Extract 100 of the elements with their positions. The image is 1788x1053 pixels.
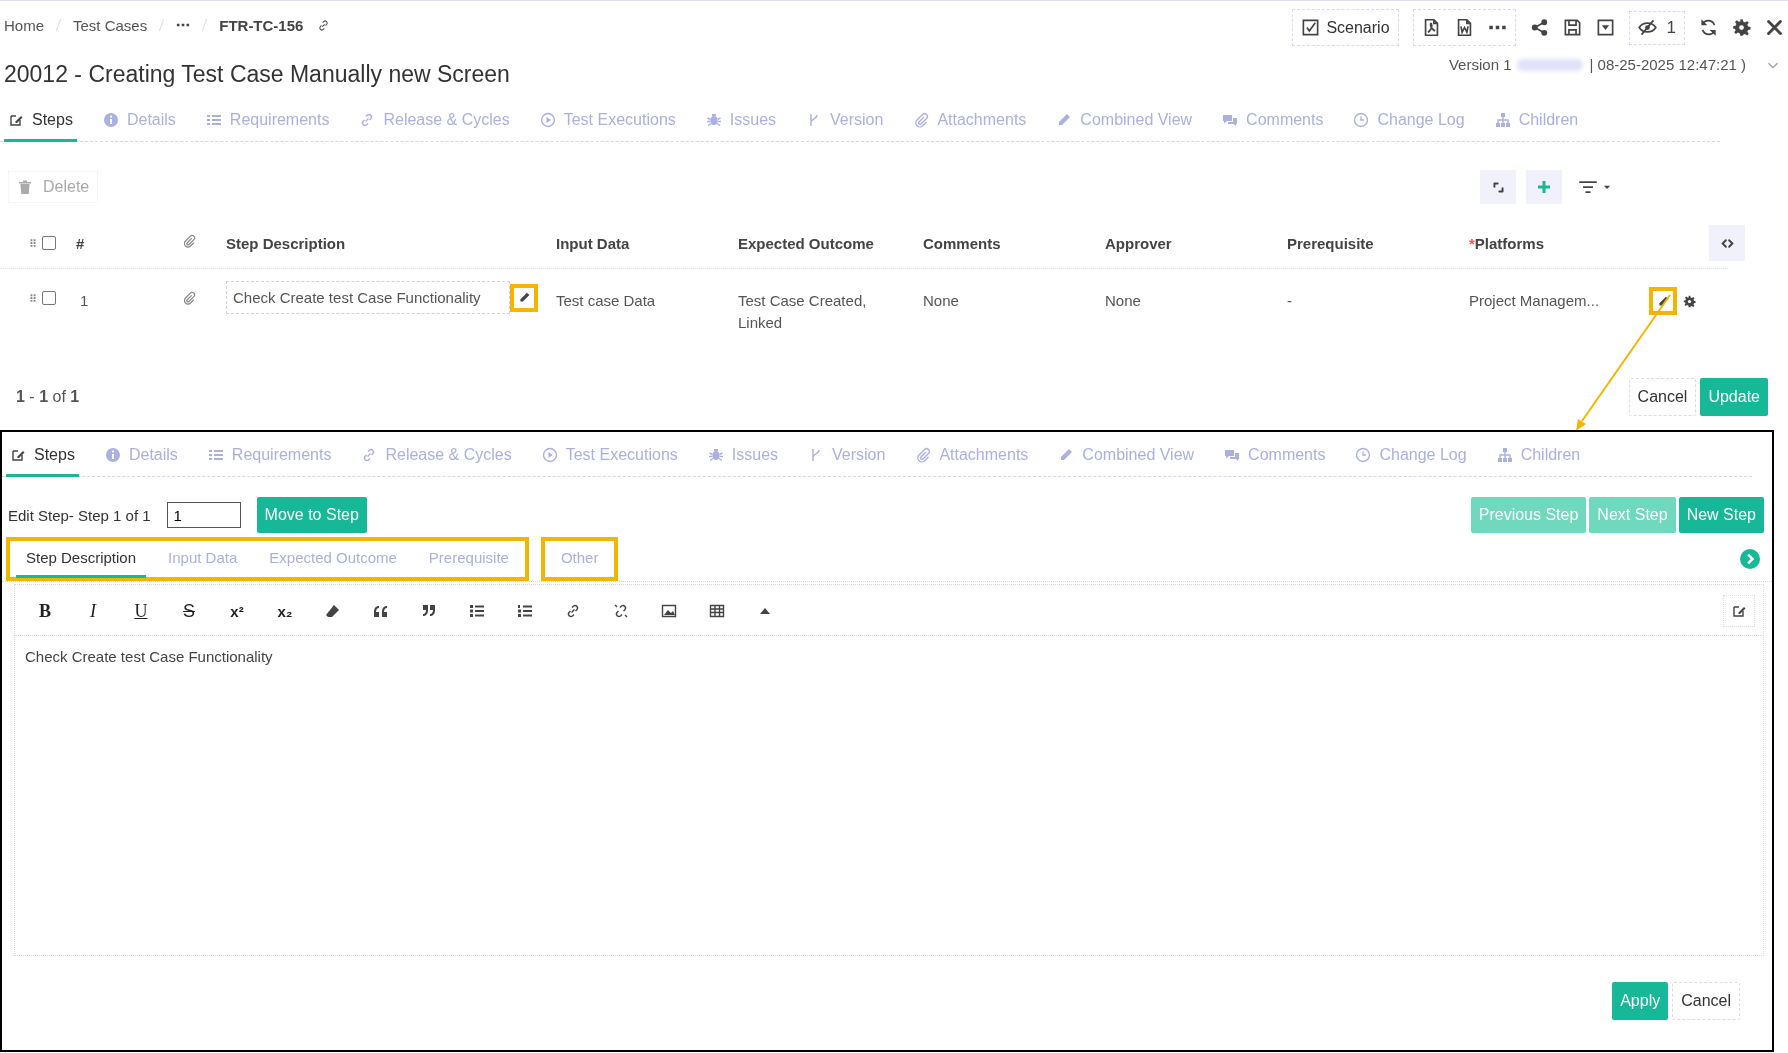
pencil-icon <box>1656 294 1670 308</box>
version-timestamp: | 08-25-2025 12:47:21 ) <box>1589 56 1746 73</box>
pagination-info: 1 - 1 of 1 <box>16 388 80 406</box>
tab[interactable]: Change Log <box>1349 102 1469 142</box>
cancel-button[interactable]: Cancel <box>1628 378 1697 416</box>
step-number-field[interactable]: 1 <box>166 502 241 528</box>
version-label: Version 1 <box>1448 56 1512 73</box>
subscript-button[interactable]: x₂ <box>261 593 309 629</box>
hidden-eye-icon <box>1637 18 1657 37</box>
settings-icon <box>1732 18 1751 37</box>
save-icon <box>1562 18 1582 37</box>
field-tab[interactable]: Input Data <box>154 543 252 575</box>
field-tab[interactable]: Step Description <box>12 543 151 575</box>
tab[interactable]: Release & Cycles <box>355 102 514 142</box>
italic-button[interactable]: I <box>69 593 117 629</box>
checkbox[interactable] <box>42 236 56 250</box>
tab[interactable]: Comments <box>1220 434 1330 477</box>
apply-button[interactable]: Apply <box>1612 982 1669 1020</box>
info-icon <box>104 447 121 463</box>
breadcrumb-link[interactable]: Test Cases <box>73 16 148 34</box>
field-tab[interactable]: Other <box>546 543 613 575</box>
close-button[interactable] <box>1765 18 1784 37</box>
chevron-right-icon <box>1740 549 1760 569</box>
tab[interactable]: Steps <box>6 434 79 477</box>
watch-button[interactable]: 1 <box>1628 10 1685 45</box>
step-label: Edit Step- Step 1 of 1 <box>8 506 151 524</box>
tab[interactable]: Children <box>1492 434 1585 477</box>
tab[interactable]: Steps <box>4 102 77 142</box>
pencil-icon <box>1058 447 1075 463</box>
column-header: Step Description <box>226 234 347 252</box>
tab[interactable]: Combined View <box>1054 434 1199 477</box>
list-icon <box>205 112 222 128</box>
rich-text-editor[interactable]: B I U S x² x₂ Check Create test Case Functionality <box>14 584 1764 956</box>
table-cell-text: 1 <box>79 291 90 311</box>
tab[interactable]: Attachments <box>909 102 1031 142</box>
hierarchy-icon <box>1494 112 1511 128</box>
expand-button[interactable] <box>1480 170 1516 204</box>
unlink-icon <box>613 603 629 619</box>
column-header: Input Data <box>556 234 631 252</box>
toggle-columns-button[interactable] <box>1709 225 1745 261</box>
redacted-blur <box>1517 58 1584 71</box>
trash-icon <box>17 179 33 195</box>
more-icon <box>176 22 191 28</box>
share-icon <box>1529 18 1549 37</box>
scenario-button[interactable]: Scenario <box>1292 9 1399 46</box>
dropdown-button[interactable] <box>1595 18 1615 37</box>
strike-button[interactable]: S <box>165 593 213 629</box>
checkbox[interactable] <box>42 291 56 305</box>
more-button[interactable] <box>176 22 191 28</box>
tab[interactable]: Combined View <box>1052 102 1197 142</box>
tab[interactable]: Children <box>1490 102 1583 142</box>
edit-icon <box>10 447 26 463</box>
step-nav-button[interactable]: New Step <box>1678 497 1764 533</box>
drag-handle-icon <box>28 238 38 248</box>
more-icon <box>1487 24 1507 31</box>
pencil-icon <box>517 291 531 304</box>
edit-source-button[interactable] <box>1723 595 1755 627</box>
tab[interactable]: Issues <box>701 102 781 142</box>
tab[interactable]: Release & Cycles <box>357 434 516 477</box>
refresh-button[interactable] <box>1699 18 1718 37</box>
move-to-step-button[interactable]: Move to Step <box>256 497 367 533</box>
bug-icon <box>707 447 724 463</box>
quote-icon <box>421 603 437 619</box>
link-icon <box>317 18 331 32</box>
table-cell: Check Create test Case Functionality <box>226 281 510 314</box>
tab[interactable]: Requirements <box>203 434 336 477</box>
settings-button[interactable] <box>1732 18 1751 37</box>
tab[interactable]: Details <box>98 102 180 142</box>
tab[interactable]: Test Executions <box>535 102 680 142</box>
tab[interactable]: Issues <box>703 434 783 477</box>
table-cell-text: - <box>1287 291 1293 311</box>
paperclip-icon <box>913 112 930 128</box>
edit-button[interactable] <box>510 283 538 312</box>
editor-text: Check Create test Case Functionality <box>25 648 273 665</box>
tab[interactable]: Attachments <box>911 434 1033 477</box>
tab[interactable]: Comments <box>1218 102 1328 142</box>
tab[interactable]: Details <box>100 434 182 477</box>
table-cell-text: None <box>1105 291 1142 311</box>
field-tab[interactable]: Expected Outcome <box>255 543 411 575</box>
checklist-icon <box>1301 18 1321 37</box>
cancel-button[interactable]: Cancel <box>1672 982 1740 1020</box>
tab[interactable]: Test Executions <box>537 434 682 477</box>
save-button[interactable] <box>1562 18 1582 37</box>
breadcrumb-link[interactable]: Home <box>4 16 44 34</box>
tab[interactable]: Version <box>802 102 888 142</box>
tab[interactable]: Version <box>804 434 890 477</box>
field-tab[interactable]: Prerequisite <box>414 543 523 575</box>
superscript-button[interactable]: x² <box>213 593 261 629</box>
tab[interactable]: Change Log <box>1351 434 1471 477</box>
share-button[interactable] <box>1529 18 1549 37</box>
chat-icon <box>1222 112 1239 128</box>
bold-button[interactable]: B <box>21 593 69 629</box>
update-button[interactable]: Update <box>1700 378 1768 416</box>
clock-icon <box>1353 112 1370 128</box>
underline-button[interactable]: U <box>117 593 165 629</box>
tab[interactable]: Requirements <box>201 102 334 142</box>
play-icon <box>539 112 556 128</box>
edit-button[interactable] <box>1649 287 1677 315</box>
settings-button[interactable] <box>1683 294 1696 308</box>
chat-icon <box>1224 447 1241 463</box>
